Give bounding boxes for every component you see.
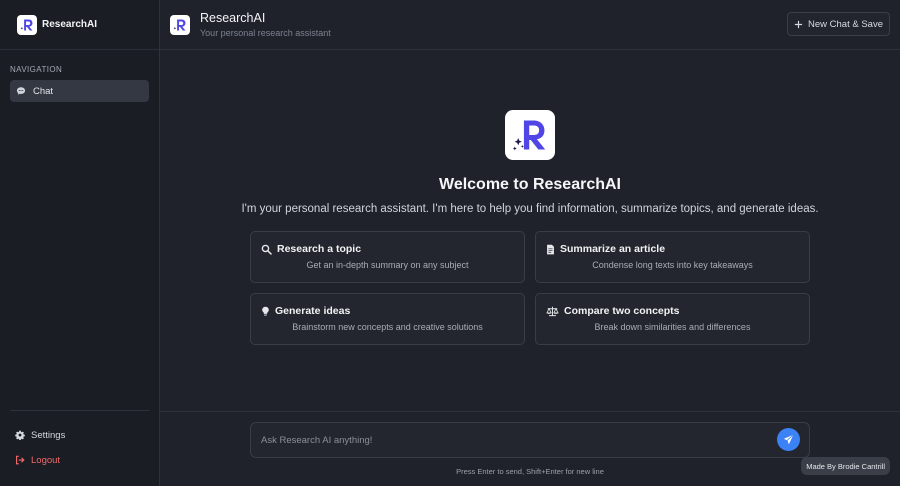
sidebar-item-label: Chat xyxy=(33,85,54,97)
welcome-subtitle: I'm your personal research assistant. I'… xyxy=(241,203,819,215)
sidebar: ResearchAI NAVIGATION Chat Settings Logo… xyxy=(0,0,160,486)
chat-bubble-icon xyxy=(16,86,26,96)
header-subtitle: Your personal research assistant xyxy=(200,28,331,38)
lightbulb-icon xyxy=(261,306,270,317)
gear-icon xyxy=(15,430,25,440)
header-text: ResearchAI Your personal research assist… xyxy=(200,11,331,38)
header-title: ResearchAI xyxy=(200,11,266,25)
suggestion-cards: Research a topic Get an in-depth summary… xyxy=(250,231,810,345)
logout-link[interactable]: Logout xyxy=(10,451,149,469)
message-composer xyxy=(250,422,810,458)
search-icon xyxy=(261,244,272,255)
welcome-title: Welcome to ResearchAI xyxy=(439,176,621,193)
logout-label: Logout xyxy=(31,454,61,466)
app-root: ResearchAI NAVIGATION Chat Settings Logo… xyxy=(0,0,900,486)
suggestion-research-topic[interactable]: Research a topic Get an in-depth summary… xyxy=(250,231,525,283)
document-icon xyxy=(546,244,555,255)
nav-heading: NAVIGATION xyxy=(10,65,63,74)
message-input[interactable] xyxy=(261,423,761,457)
composer-area: Press Enter to send, Shift+Enter for new… xyxy=(160,411,900,486)
new-chat-save-button[interactable]: New Chat & Save xyxy=(787,12,890,36)
sidebar-item-chat[interactable]: Chat xyxy=(10,80,149,102)
send-icon xyxy=(783,434,794,445)
send-button[interactable] xyxy=(777,428,800,451)
scale-icon xyxy=(546,306,559,317)
card-description: Brainstorm new concepts and creative sol… xyxy=(292,322,483,332)
welcome-section: Welcome to ResearchAI I'm your personal … xyxy=(160,60,900,345)
card-title: Generate ideas xyxy=(251,305,350,317)
composer-hint: Press Enter to send, Shift+Enter for new… xyxy=(456,467,604,476)
suggestion-generate-ideas[interactable]: Generate ideas Brainstorm new concepts a… xyxy=(250,293,525,345)
welcome-logo-icon xyxy=(505,110,555,160)
card-title: Summarize an article xyxy=(536,243,665,255)
card-title: Research a topic xyxy=(251,243,361,255)
card-title-text: Summarize an article xyxy=(560,243,666,255)
suggestion-compare-concepts[interactable]: Compare two concepts Break down similari… xyxy=(535,293,810,345)
sidebar-brand[interactable]: ResearchAI xyxy=(0,0,159,50)
new-chat-save-label: New Chat & Save xyxy=(808,18,883,30)
logout-icon xyxy=(15,455,25,465)
card-title-text: Research a topic xyxy=(277,243,362,255)
card-title: Compare two concepts xyxy=(536,305,680,317)
suggestion-summarize-article[interactable]: Summarize an article Condense long texts… xyxy=(535,231,810,283)
sidebar-app-name: ResearchAI xyxy=(42,19,98,30)
sidebar-bottom: Settings Logout xyxy=(10,410,149,486)
card-description: Get an in-depth summary on any subject xyxy=(306,260,469,270)
settings-link[interactable]: Settings xyxy=(10,426,149,444)
made-by-badge[interactable]: Made By Brodie Cantrill xyxy=(801,457,890,475)
card-description: Break down similarities and differences xyxy=(594,322,751,332)
card-description: Condense long texts into key takeaways xyxy=(592,260,753,270)
plus-icon xyxy=(794,20,803,29)
card-title-text: Generate ideas xyxy=(275,305,351,317)
header-logo-icon xyxy=(170,14,190,35)
settings-label: Settings xyxy=(31,429,66,441)
app-logo-icon xyxy=(17,14,37,35)
top-bar: ResearchAI Your personal research assist… xyxy=(160,0,900,50)
card-title-text: Compare two concepts xyxy=(564,305,680,317)
main-panel: ResearchAI Your personal research assist… xyxy=(160,0,900,486)
